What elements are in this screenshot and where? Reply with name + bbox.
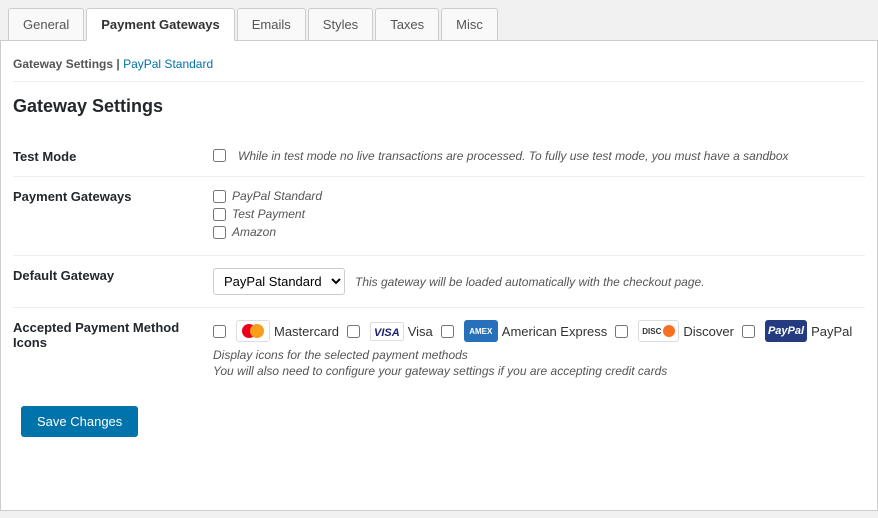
paypal-item: PayPal PayPal [742, 320, 852, 342]
tab-bar: General Payment Gateways Emails Styles T… [0, 0, 878, 41]
accepted-payment-row: Accepted Payment Method Icons M [13, 308, 865, 391]
default-gateway-label: Default Gateway [13, 256, 213, 308]
default-gateway-controls: PayPal Standard Test Payment Amazon This… [213, 268, 855, 295]
mastercard-circles [242, 324, 264, 338]
visa-item: VISA Visa [347, 322, 433, 341]
breadcrumb: Gateway Settings | PayPal Standard [13, 51, 865, 82]
gateway-checkbox-amazon[interactable] [213, 226, 226, 239]
gateway-option-amazon: Amazon [213, 225, 855, 239]
amex-checkbox[interactable] [441, 325, 454, 338]
test-mode-value: While in test mode no live transactions … [213, 137, 865, 177]
payment-icons-row: Mastercard VISA Visa AMEX [213, 320, 855, 342]
mastercard-label: Mastercard [274, 324, 339, 339]
discover-icon: DISC [638, 320, 679, 342]
visa-checkbox[interactable] [347, 325, 360, 338]
test-mode-row: Test Mode While in test mode no live tra… [13, 137, 865, 177]
payment-gateways-row: Payment Gateways PayPal Standard Test Pa… [13, 177, 865, 256]
discover-label: Discover [683, 324, 734, 339]
mc-yellow-circle [250, 324, 264, 338]
gateway-checkbox-paypal[interactable] [213, 190, 226, 203]
default-gateway-select[interactable]: PayPal Standard Test Payment Amazon [213, 268, 345, 295]
disc-circle [663, 325, 675, 337]
mastercard-icon [236, 320, 270, 342]
visa-icon: VISA [370, 322, 404, 341]
tab-misc[interactable]: Misc [441, 8, 498, 40]
default-gateway-row: Default Gateway PayPal Standard Test Pay… [13, 256, 865, 308]
payment-gateways-label: Payment Gateways [13, 177, 213, 256]
default-gateway-note: This gateway will be loaded automaticall… [355, 275, 705, 289]
test-mode-note: While in test mode no live transactions … [238, 149, 789, 163]
discover-item: DISC Discover [615, 320, 734, 342]
tab-styles[interactable]: Styles [308, 8, 373, 40]
visa-label: Visa [408, 324, 433, 339]
tab-emails[interactable]: Emails [237, 8, 306, 40]
paypal-checkbox[interactable] [742, 325, 755, 338]
save-button[interactable]: Save Changes [21, 406, 138, 437]
settings-table: Test Mode While in test mode no live tra… [13, 137, 865, 390]
main-content: Gateway Settings | PayPal Standard Gatew… [0, 41, 878, 511]
amex-label: American Express [502, 324, 607, 339]
discover-checkbox[interactable] [615, 325, 628, 338]
tab-general[interactable]: General [8, 8, 84, 40]
breadcrumb-link[interactable]: PayPal Standard [123, 57, 213, 71]
tab-taxes[interactable]: Taxes [375, 8, 439, 40]
accepted-payment-label: Accepted Payment Method Icons [13, 308, 213, 391]
amex-icon: AMEX [464, 320, 498, 342]
mastercard-item: Mastercard [213, 320, 339, 342]
gateway-label-amazon: Amazon [232, 225, 276, 239]
mastercard-checkbox[interactable] [213, 325, 226, 338]
gateway-label-paypal: PayPal Standard [232, 189, 322, 203]
amex-item: AMEX American Express [441, 320, 607, 342]
paypal-label: PayPal [811, 324, 852, 339]
section-title: Gateway Settings [13, 96, 865, 117]
payment-note-1: Display icons for the selected payment m… [213, 348, 855, 362]
payment-note-2: You will also need to configure your gat… [213, 364, 855, 378]
gateway-checkbox-test[interactable] [213, 208, 226, 221]
breadcrumb-current: Gateway Settings [13, 57, 113, 71]
gateway-option-paypal: PayPal Standard [213, 189, 855, 203]
test-mode-checkbox[interactable] [213, 149, 226, 162]
gateway-option-test: Test Payment [213, 207, 855, 221]
payment-gateways-value: PayPal Standard Test Payment Amazon [213, 177, 865, 256]
test-mode-label: Test Mode [13, 137, 213, 177]
paypal-icon: PayPal [765, 320, 807, 342]
accepted-payment-value: Mastercard VISA Visa AMEX [213, 308, 865, 391]
tab-payment-gateways[interactable]: Payment Gateways [86, 8, 235, 41]
gateway-label-test: Test Payment [232, 207, 305, 221]
default-gateway-value: PayPal Standard Test Payment Amazon This… [213, 256, 865, 308]
